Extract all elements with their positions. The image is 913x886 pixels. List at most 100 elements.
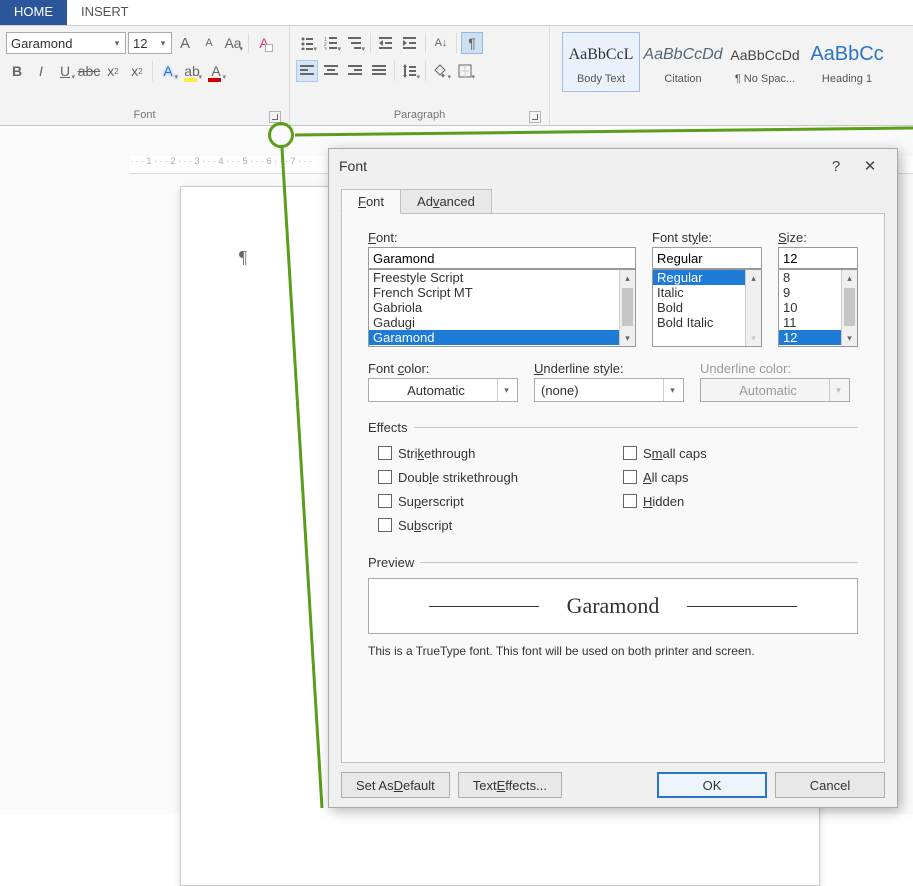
tab-insert[interactable]: INSERT [67,0,142,25]
size-listbox[interactable]: 8 9 10 11 12 ▴ ▾ [778,269,858,347]
justify-button[interactable] [368,60,390,82]
strikethrough-checkbox[interactable]: Strikethrough [378,441,613,465]
shading-button[interactable] [430,60,452,82]
text-effects-button[interactable]: A [157,60,179,82]
font-size-combobox[interactable]: 12 ▾ [128,32,172,54]
double-strikethrough-checkbox[interactable]: Double strikethrough [378,465,613,489]
highlight-button[interactable]: ab [181,60,203,82]
small-caps-checkbox[interactable]: Small caps [623,441,858,465]
increase-indent-button[interactable] [399,32,421,54]
help-button[interactable]: ? [819,158,853,175]
scroll-down-icon[interactable]: ▾ [842,330,857,346]
scroll-down-icon[interactable]: ▾ [620,330,635,346]
list-item[interactable]: Gadugi [369,315,635,330]
font-listbox[interactable]: Freestyle Script French Script MT Gabrio… [368,269,636,347]
sort-button[interactable]: A↓ [430,32,452,54]
group-paragraph: 123 A↓ ¶ [290,26,550,125]
ok-button[interactable]: OK [657,772,767,798]
cancel-button[interactable]: Cancel [775,772,885,798]
borders-button[interactable] [454,60,476,82]
grow-font-icon[interactable]: A [174,32,196,54]
paragraph-dialog-launcher[interactable] [529,111,541,123]
show-paragraph-marks-button[interactable]: ¶ [461,32,483,54]
font-color-button[interactable]: A [205,60,227,82]
tab-home[interactable]: HOME [0,0,67,25]
font-name-combobox[interactable]: Garamond ▾ [6,32,126,54]
scroll-thumb[interactable] [622,288,633,326]
italic-button[interactable]: I [30,60,52,82]
text-effects-button[interactable]: Text Effects... [458,772,562,798]
font-dialog-launcher[interactable] [269,111,281,123]
dialog-footer: Set As Default Text Effects... OK Cancel [329,763,897,807]
align-left-button[interactable] [296,60,318,82]
font-style-listbox[interactable]: Regular Italic Bold Bold Italic ▴ ▾ [652,269,762,347]
bullets-button[interactable] [296,32,318,54]
dialog-titlebar: Font ? ✕ [329,149,897,183]
checkbox-icon [623,446,637,460]
shrink-font-icon[interactable]: A [198,32,220,54]
scrollbar[interactable]: ▴ ▾ [619,270,635,346]
strikethrough-button[interactable]: abc [78,60,100,82]
chevron-down-icon: ▾ [829,379,847,401]
scroll-down-icon: ▾ [746,330,761,346]
underline-style-select[interactable]: (none) ▾ [534,378,684,402]
chevron-down-icon: ▾ [497,379,515,401]
style-no-spacing[interactable]: AaBbCcDd ¶ No Spac... [726,32,804,92]
underline-color-select: Automatic ▾ [700,378,850,402]
font-name-value: Garamond [11,36,111,51]
all-caps-checkbox[interactable]: All caps [623,465,858,489]
size-label: Size: [778,230,858,245]
group-styles: AaBbCcL Body Text AaBbCcDd Citation AaBb… [550,26,913,125]
list-item[interactable]: Gabriola [369,300,635,315]
separator [425,33,426,53]
font-style-input[interactable] [652,247,762,269]
scroll-up-icon[interactable]: ▴ [842,270,857,286]
underline-color-block: Underline color: Automatic ▾ [700,361,850,402]
font-dialog: Font ? ✕ Font Advanced Font: Freestyle S… [328,148,898,808]
style-body-text[interactable]: AaBbCcL Body Text [562,32,640,92]
size-input[interactable] [778,247,858,269]
font-style-column: Font style: Regular Italic Bold Bold Ita… [652,230,762,347]
hidden-checkbox[interactable]: Hidden [623,489,858,513]
align-right-button[interactable] [344,60,366,82]
list-item[interactable]: French Script MT [369,285,635,300]
clear-formatting-icon[interactable]: A [253,32,275,54]
separator [248,33,249,53]
scroll-thumb[interactable] [844,288,855,326]
subscript-button[interactable]: x2 [102,60,124,82]
font-input[interactable] [368,247,636,269]
superscript-button[interactable]: x2 [126,60,148,82]
list-item[interactable]: Garamond [369,330,635,345]
scroll-up-icon[interactable]: ▴ [620,270,635,286]
line-spacing-button[interactable] [399,60,421,82]
ribbon: Garamond ▾ 12 ▾ A A Aa A B I U [0,26,913,126]
subscript-checkbox[interactable]: Subscript [378,513,613,537]
checkbox-icon [378,518,392,532]
dialog-title: Font [339,158,367,174]
chevron-down-icon: ▾ [157,38,169,49]
group-font: Garamond ▾ 12 ▾ A A Aa A B I U [0,26,290,125]
font-color-select[interactable]: Automatic ▾ [368,378,518,402]
change-case-icon[interactable]: Aa [222,32,244,54]
bold-button[interactable]: B [6,60,28,82]
scrollbar[interactable]: ▴ ▾ [841,270,857,346]
underline-button[interactable]: U [54,60,76,82]
close-button[interactable]: ✕ [853,157,887,175]
font-size-value: 12 [133,36,157,51]
scrollbar[interactable]: ▴ ▾ [745,270,761,346]
list-item[interactable]: Freestyle Script [369,270,635,285]
dialog-tab-font[interactable]: Font [341,189,401,214]
style-citation[interactable]: AaBbCcDd Citation [644,32,722,92]
decrease-indent-button[interactable] [375,32,397,54]
multilevel-list-button[interactable] [344,32,366,54]
align-center-button[interactable] [320,60,342,82]
superscript-checkbox[interactable]: Superscript [378,489,613,513]
separator [394,61,395,81]
style-heading-1[interactable]: AaBbCc Heading 1 [808,32,886,92]
preview-text: Garamond [567,593,660,619]
numbering-button[interactable]: 123 [320,32,342,54]
scroll-up-icon[interactable]: ▴ [746,270,761,286]
set-as-default-button[interactable]: Set As Default [341,772,450,798]
dialog-tab-advanced[interactable]: Advanced [400,189,492,214]
font-label: Font: [368,230,636,245]
